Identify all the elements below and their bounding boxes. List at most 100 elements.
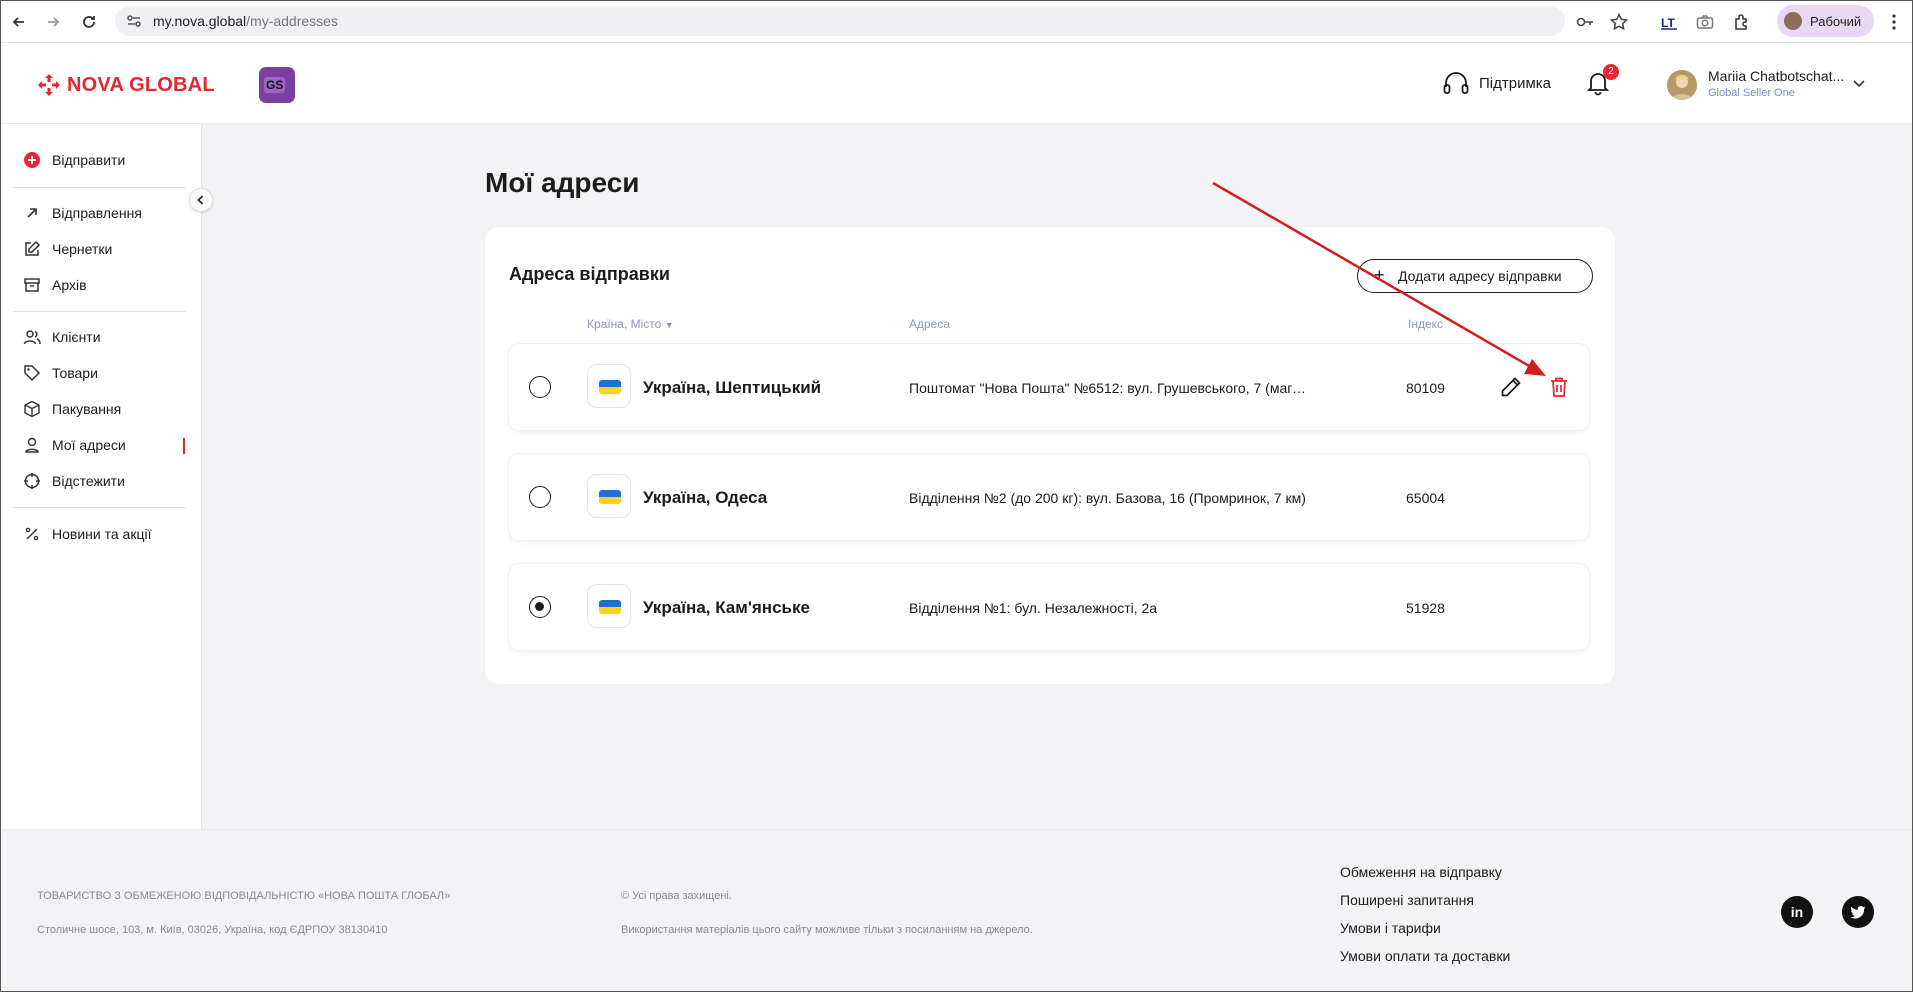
footer-link-restrictions[interactable]: Обмеження на відправку: [1340, 864, 1502, 880]
linkedin-label: in: [1790, 904, 1804, 920]
nova-logo-icon[interactable]: [37, 73, 61, 97]
footer-link-tariffs[interactable]: Умови і тарифи: [1340, 920, 1441, 936]
user-name[interactable]: Mariia Chatbotschat...: [1708, 68, 1844, 84]
flag-container: [587, 584, 631, 628]
location-user-icon: [25, 437, 39, 453]
password-key-icon[interactable]: [1575, 12, 1595, 32]
edit-pencil-icon[interactable]: [1499, 375, 1523, 399]
notification-badge: 2: [1603, 64, 1619, 80]
browser-toolbar: my.nova.global/my-addresses LT Рабочий: [1, 1, 1912, 43]
footer-link-payment[interactable]: Умови оплати та доставки: [1340, 948, 1510, 964]
profile-label: Рабочий: [1810, 14, 1862, 29]
sidebar-item-products[interactable]: Товари: [23, 361, 193, 385]
sidebar-divider: [13, 311, 186, 312]
logo-text[interactable]: NOVA GLOBAL: [67, 74, 215, 97]
url-domain: my.nova.global: [153, 13, 247, 29]
address-radio[interactable]: [529, 376, 551, 398]
address-text: Відділення №2 (до 200 кг): вул. Базова, …: [909, 490, 1306, 506]
box-icon: [24, 400, 40, 418]
app-header: NOVA GLOBAL GS Підтримка 2 Mariia Chatbo…: [1, 43, 1912, 124]
headset-icon: [1443, 72, 1469, 94]
site-settings-icon[interactable]: [125, 12, 143, 30]
flag-container: [587, 474, 631, 518]
flag-container: [587, 364, 631, 408]
profile-avatar: [1784, 12, 1802, 30]
address-row[interactable]: Україна, Шептицький Поштомат "Нова Пошта…: [509, 344, 1589, 430]
sidebar-item-label: Товари: [52, 365, 98, 381]
address-radio[interactable]: [529, 486, 551, 508]
forward-icon[interactable]: [43, 12, 63, 32]
ukraine-flag-icon: [599, 600, 621, 614]
footer-usage-note: Використання матеріалів цього сайту можл…: [621, 924, 1033, 936]
sidebar-item-label: Пакування: [52, 401, 122, 417]
browser-profile-button[interactable]: Рабочий: [1777, 5, 1874, 37]
svg-text:LT: LT: [1661, 16, 1675, 30]
sidebar-item-label: Архів: [52, 277, 87, 293]
twitter-icon[interactable]: [1842, 896, 1874, 928]
address-radio-selected[interactable]: [529, 596, 551, 618]
sidebar-item-packaging[interactable]: Пакування: [23, 397, 193, 421]
gs-badge[interactable]: GS: [259, 67, 295, 103]
sidebar-item-archive[interactable]: Архів: [23, 273, 193, 297]
archive-icon: [24, 278, 40, 292]
sidebar-item-label: Відправити: [52, 152, 126, 168]
sidebar-item-send[interactable]: Відправити: [23, 148, 193, 172]
column-label: Країна, Місто: [587, 317, 662, 331]
address-row[interactable]: Україна, Одеса Відділення №2 (до 200 кг)…: [509, 454, 1589, 540]
translate-extension-icon[interactable]: LT: [1659, 12, 1679, 32]
users-icon: [23, 330, 41, 345]
url-path: /my-addresses: [246, 13, 338, 29]
sidebar-collapse-button[interactable]: [189, 188, 213, 212]
sidebar-item-label: Чернетки: [52, 241, 113, 257]
sidebar-item-news[interactable]: Новини та акції: [23, 522, 193, 546]
sort-down-icon: ▼: [664, 320, 674, 330]
url-text: my.nova.global/my-addresses: [153, 13, 338, 29]
user-avatar[interactable]: [1667, 70, 1697, 100]
footer-address: Столичне шосе, 103, м. Київ, 03026, Укра…: [37, 924, 388, 936]
chevron-down-icon[interactable]: [1852, 78, 1866, 88]
address-city: Україна, Одеса: [643, 488, 768, 507]
extensions-puzzle-icon[interactable]: [1732, 12, 1752, 32]
sidebar-item-clients[interactable]: Клієнти: [23, 325, 193, 349]
percent-icon: [25, 527, 39, 541]
bookmark-star-icon[interactable]: [1609, 12, 1629, 32]
sidebar-item-label: Відстежити: [52, 473, 125, 489]
support-link[interactable]: Підтримка: [1442, 71, 1551, 102]
address-text: Поштомат "Нова Пошта" №6512: вул. Грушев…: [909, 380, 1309, 396]
ukraine-flag-icon: [599, 490, 621, 504]
crosshair-icon: [24, 473, 40, 489]
pencil-square-icon: [25, 240, 41, 256]
add-address-label: Додати адресу відправки: [1398, 268, 1562, 284]
sidebar-item-my-addresses[interactable]: Мої адреси: [23, 433, 193, 457]
add-address-button[interactable]: + Додати адресу відправки: [1357, 259, 1593, 293]
footer-rights: © Усі права захищені.: [621, 890, 732, 902]
arrow-up-right-icon: [27, 208, 37, 218]
sidebar-item-track[interactable]: Відстежити: [23, 469, 193, 493]
footer-link-faq[interactable]: Поширені запитання: [1340, 892, 1474, 908]
card-title: Адреса відправки: [509, 264, 670, 284]
sidebar-item-shipments[interactable]: Відправлення: [23, 201, 193, 225]
twitter-bird-glyph: [1850, 906, 1866, 919]
addresses-card: Адреса відправки + Додати адресу відправ…: [485, 227, 1615, 684]
column-country-city[interactable]: Країна, Місто ▼: [587, 317, 674, 331]
sidebar-item-label: Клієнти: [52, 329, 101, 345]
footer-company: ТОВАРИСТВО З ОБМЕЖЕНОЮ ВІДПОВІДАЛЬНІСТЮ …: [37, 890, 451, 902]
trash-icon[interactable]: [1547, 375, 1571, 399]
browser-menu-icon[interactable]: [1884, 12, 1904, 32]
address-index: 65004: [1406, 490, 1445, 506]
column-index: Індекс: [1408, 317, 1444, 331]
footer: ТОВАРИСТВО З ОБМЕЖЕНОЮ ВІДПОВІДАЛЬНІСТЮ …: [1, 829, 1912, 991]
sidebar-divider: [13, 507, 186, 508]
user-avatar-image: [1667, 70, 1697, 100]
camera-icon[interactable]: [1695, 12, 1715, 32]
tag-icon: [24, 365, 41, 382]
reload-icon[interactable]: [79, 12, 99, 32]
back-icon[interactable]: [9, 12, 29, 32]
address-row[interactable]: Україна, Кам'янське Відділення №1: бул. …: [509, 564, 1589, 650]
chevron-left-icon: [197, 195, 204, 205]
address-city: Україна, Шептицький: [643, 378, 822, 397]
linkedin-icon[interactable]: in: [1781, 896, 1813, 928]
sidebar-item-drafts[interactable]: Чернетки: [23, 237, 193, 261]
ukraine-flag-icon: [599, 380, 621, 394]
address-city: Україна, Кам'янське: [643, 598, 810, 617]
